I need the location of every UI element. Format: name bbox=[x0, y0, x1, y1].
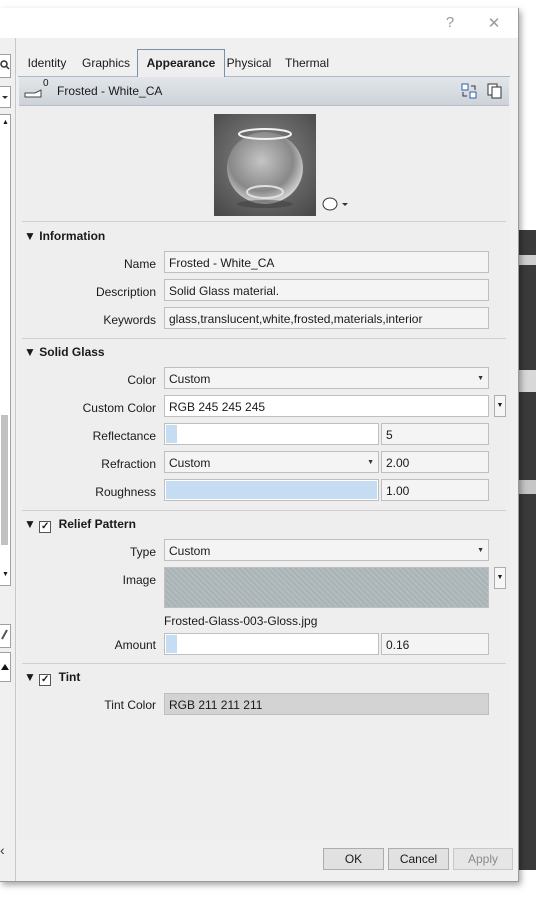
help-button[interactable]: ? bbox=[440, 14, 460, 31]
type-select[interactable]: Custom ▼ bbox=[164, 539, 489, 561]
apply-button[interactable]: Apply bbox=[453, 848, 513, 870]
divider bbox=[22, 338, 506, 339]
color-label: Color bbox=[127, 373, 156, 387]
scrollbar[interactable]: ▲ ▼ bbox=[0, 114, 11, 586]
section-title: Tint bbox=[58, 670, 81, 684]
tint-section-header[interactable]: ▼ ✓ Tint bbox=[24, 670, 81, 686]
custom-color-options-icon[interactable]: ▼ bbox=[494, 395, 506, 417]
amount-slider[interactable] bbox=[164, 633, 379, 655]
left-browser-strip: ▲ ▼ ‹ bbox=[0, 38, 16, 881]
amount-slider-fill bbox=[166, 635, 177, 653]
tab-graphics[interactable]: Graphics bbox=[78, 50, 134, 76]
custom-color-swatch[interactable]: RGB 245 245 245 bbox=[164, 395, 489, 417]
viewport-background bbox=[518, 230, 536, 870]
relief-pattern-checkbox[interactable]: ✓ bbox=[39, 521, 52, 533]
title-bar: ? ✕ bbox=[0, 8, 518, 38]
image-options-icon[interactable]: ▼ bbox=[494, 567, 506, 589]
type-select-value: Custom bbox=[169, 544, 211, 558]
name-label: Name bbox=[123, 257, 156, 271]
type-label: Type bbox=[129, 545, 156, 559]
material-header: 0 Frosted - White_CA bbox=[19, 77, 509, 106]
tab-thermal[interactable]: Thermal bbox=[280, 50, 334, 76]
custom-color-label: Custom Color bbox=[82, 401, 156, 415]
tab-appearance[interactable]: Appearance bbox=[137, 49, 225, 78]
reflectance-value[interactable]: 5 bbox=[381, 423, 489, 445]
viewport-highlight bbox=[518, 255, 536, 265]
duplicate-icon[interactable] bbox=[486, 82, 504, 100]
collapse-triangle-icon: ▼ bbox=[24, 517, 36, 531]
relief-pattern-section-header[interactable]: ▼ ✓ Relief Pattern bbox=[24, 517, 136, 533]
user-count: 0 bbox=[43, 78, 49, 89]
material-name: Frosted - White_CA bbox=[57, 84, 163, 98]
keywords-label: Keywords bbox=[103, 313, 156, 327]
close-button[interactable]: ✕ bbox=[484, 14, 504, 32]
roughness-label: Roughness bbox=[95, 485, 156, 499]
keywords-field[interactable]: glass,translucent,white,frosted,material… bbox=[164, 307, 489, 329]
ok-button[interactable]: OK bbox=[323, 848, 384, 870]
preview-scene-icon[interactable] bbox=[322, 196, 348, 212]
solid-glass-section-header[interactable]: ▼ Solid Glass bbox=[24, 345, 105, 359]
tint-color-value: RGB 211 211 211 bbox=[169, 698, 263, 712]
material-preview bbox=[214, 114, 316, 216]
refraction-label: Refraction bbox=[101, 457, 156, 471]
amount-label: Amount bbox=[114, 638, 156, 652]
swap-icon[interactable] bbox=[460, 82, 478, 100]
chevron-left-icon[interactable]: ‹ bbox=[0, 842, 5, 858]
dropdown-arrow-icon: ▼ bbox=[367, 459, 374, 466]
divider bbox=[22, 221, 506, 222]
name-field[interactable]: Frosted - White_CA bbox=[164, 251, 489, 273]
collapse-triangle-icon: ▼ bbox=[24, 229, 36, 243]
amount-value[interactable]: 0.16 bbox=[381, 633, 489, 655]
material-editor-panel: Identity Graphics Appearance Physical Th… bbox=[18, 38, 510, 840]
refraction-select-value: Custom bbox=[169, 456, 211, 470]
dropdown-arrow-icon: ▼ bbox=[477, 375, 484, 382]
description-field[interactable]: Solid Glass material. bbox=[164, 279, 489, 301]
scroll-down-icon[interactable]: ▼ bbox=[2, 571, 9, 578]
custom-color-value: RGB 245 245 245 bbox=[169, 400, 266, 414]
roughness-slider[interactable] bbox=[164, 479, 379, 501]
reflectance-slider-fill bbox=[166, 425, 177, 443]
collapse-handle-icon[interactable] bbox=[0, 624, 11, 648]
tab-bar: Identity Graphics Appearance Physical Th… bbox=[18, 38, 510, 78]
section-title: Solid Glass bbox=[39, 345, 105, 359]
collapse-triangle-icon: ▼ bbox=[24, 345, 36, 359]
scroll-thumb[interactable] bbox=[1, 415, 8, 545]
viewport-highlight bbox=[518, 480, 536, 494]
color-select-value: Custom bbox=[169, 372, 211, 386]
scroll-up-icon[interactable]: ▲ bbox=[2, 119, 9, 126]
image-filename[interactable]: Frosted-Glass-003-Gloss.jpg bbox=[164, 614, 317, 628]
roughness-slider-fill bbox=[166, 481, 377, 499]
refraction-select[interactable]: Custom ▼ bbox=[164, 451, 379, 473]
dropdown-arrow-icon[interactable] bbox=[0, 86, 11, 108]
section-title: Information bbox=[39, 229, 106, 243]
collapse-triangle-icon: ▼ bbox=[24, 670, 36, 684]
information-section-header[interactable]: ▼ Information bbox=[24, 229, 105, 243]
dropdown-arrow-icon: ▼ bbox=[477, 547, 484, 554]
reflectance-label: Reflectance bbox=[92, 429, 156, 443]
divider bbox=[22, 663, 506, 664]
refraction-value[interactable]: 2.00 bbox=[381, 451, 489, 473]
tint-color-swatch[interactable]: RGB 211 211 211 bbox=[164, 693, 489, 715]
search-icon[interactable] bbox=[0, 54, 11, 78]
cancel-button[interactable]: Cancel bbox=[388, 848, 449, 870]
tint-color-label: Tint Color bbox=[104, 698, 156, 712]
roughness-value[interactable]: 1.00 bbox=[381, 479, 489, 501]
relief-image-thumbnail[interactable] bbox=[164, 567, 489, 608]
color-select[interactable]: Custom ▼ bbox=[164, 367, 489, 389]
viewport-highlight bbox=[518, 370, 536, 392]
reflectance-slider[interactable] bbox=[164, 423, 379, 445]
description-label: Description bbox=[95, 285, 156, 299]
tab-physical[interactable]: Physical bbox=[223, 50, 275, 76]
image-label: Image bbox=[122, 573, 156, 587]
expand-up-icon[interactable] bbox=[0, 652, 11, 682]
tab-identity[interactable]: Identity bbox=[20, 50, 74, 76]
tint-checkbox[interactable]: ✓ bbox=[39, 674, 52, 686]
section-title: Relief Pattern bbox=[58, 517, 136, 531]
divider bbox=[22, 510, 506, 511]
